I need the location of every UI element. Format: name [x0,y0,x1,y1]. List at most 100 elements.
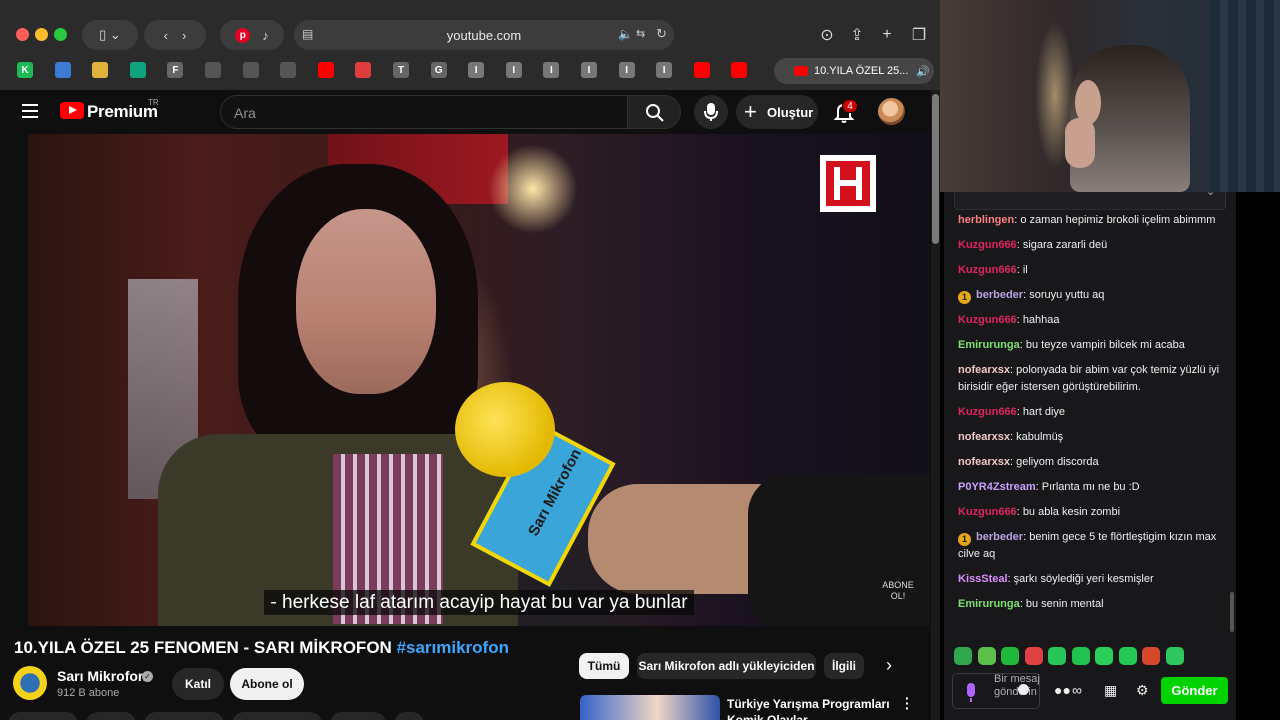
chat-username[interactable]: Emirurunga [958,598,1020,610]
share-button[interactable] [144,712,224,720]
favorite-15-icon[interactable]: I [581,62,597,78]
chip-related[interactable]: İlgili [824,653,864,679]
chip-all[interactable]: Tümü [579,653,629,679]
chat-username[interactable]: Kuzgun666 [958,264,1017,276]
send-message-button[interactable]: Gönder [1161,677,1228,704]
pinned-message-bar[interactable] [954,192,1226,210]
speaker-icon[interactable]: 🔈 [618,27,633,41]
emote-2-icon[interactable] [1001,647,1019,665]
forward-icon[interactable]: › [182,28,186,43]
chat-username[interactable]: KissSteal [958,573,1008,585]
favorite-17-icon[interactable]: I [656,62,673,78]
subscriber-badge-icon[interactable]: 1 [958,291,971,304]
translate-icon[interactable]: ⇆ [636,27,645,40]
favorite-13-icon[interactable]: I [505,62,522,78]
search-button[interactable] [627,95,681,129]
close-window-button[interactable] [16,28,29,41]
tab-overview-icon[interactable]: ❐ [908,24,930,46]
chat-username[interactable]: nofearxsx [958,431,1010,443]
emote-5-icon[interactable] [1071,647,1090,665]
page-scrollbar-thumb[interactable] [932,94,939,244]
chat-username[interactable]: nofearxsx [958,456,1010,468]
menu-icon[interactable] [22,104,38,118]
favorite-10-icon[interactable]: T [393,62,409,78]
emote-3-icon[interactable] [1024,647,1043,665]
favorite-1-icon[interactable] [54,62,71,78]
chat-username[interactable]: herblingen [958,214,1014,226]
join-button[interactable]: Katıl [172,668,224,700]
video-hashtag[interactable]: #sarımikrofon [397,638,509,657]
recommendation-title[interactable]: Türkiye Yarışma Programları Komik Olayla… [727,696,892,720]
account-avatar[interactable] [878,98,905,125]
sidebar-toggle-button[interactable]: ▯ ⌄ [82,20,138,50]
favorite-9-icon[interactable] [355,62,372,78]
new-tab-icon[interactable]: + [876,24,898,46]
active-tab[interactable]: 10.YILA ÖZEL 25... 🔊 [774,58,934,84]
minimize-window-button[interactable] [35,28,48,41]
emote-0-icon[interactable] [954,647,972,665]
recommendation-thumbnail[interactable] [580,695,720,720]
emote-8-icon[interactable] [1142,647,1160,665]
favorite-0-icon[interactable]: K [17,62,33,78]
favorite-2-icon[interactable] [92,62,109,78]
tab-audio-icon[interactable]: 🔊 [916,65,930,78]
favorite-12-icon[interactable]: I [468,62,485,78]
chat-username[interactable]: berbeder [976,289,1023,301]
chat-username[interactable]: Kuzgun666 [958,506,1017,518]
settings-gear-icon[interactable]: ⚙ [1136,682,1149,699]
chat-username[interactable]: Emirurunga [958,339,1020,351]
channel-avatar[interactable] [13,666,47,700]
voice-search-button[interactable] [694,95,728,129]
create-button[interactable]: + Oluştur [736,95,818,129]
more-vert-icon[interactable]: · · · [905,691,910,715]
favorite-16-icon[interactable]: I [618,62,635,78]
microphone-icon[interactable] [967,683,975,702]
youtube-logo-icon[interactable] [60,102,84,119]
favorite-8-icon[interactable] [317,62,334,78]
chat-scrollbar[interactable] [1230,592,1234,632]
back-icon[interactable]: ‹ [164,28,168,43]
channel-name[interactable]: Sarı Mikrofon [57,668,146,684]
favorite-3-icon[interactable] [129,62,146,78]
more-actions-button[interactable] [394,712,424,720]
reload-icon[interactable]: ↻ [656,26,667,42]
emote-7-icon[interactable] [1118,647,1137,665]
chat-username[interactable]: nofearxsx [958,364,1010,376]
downloads-icon[interactable]: ⊙ [816,24,838,46]
emote-4-icon[interactable] [1048,647,1066,665]
chat-username[interactable]: P0YR4Zstream [958,481,1036,493]
subscriber-badge-icon[interactable]: 1 [958,533,971,546]
address-bar[interactable]: ▤ youtube.com 🔈 ⇆ ↻ [294,20,674,50]
chat-message-input[interactable]: Bir mesaj gönderin [952,673,1040,709]
dislike-button[interactable] [86,712,136,720]
favorite-14-icon[interactable]: I [543,62,560,78]
chip-uploader[interactable]: Sarı Mikrofon adlı yükleyiciden [637,653,816,679]
chat-username[interactable]: Kuzgun666 [958,239,1017,251]
emoji-icon[interactable] [1018,684,1029,695]
like-button[interactable] [8,712,78,720]
subscribe-button[interactable]: Abone ol [230,668,304,700]
pinterest-icon[interactable]: p [235,27,251,43]
save-button[interactable] [232,712,322,720]
favorite-5-icon[interactable] [205,62,221,78]
rewards-icon[interactable]: ●● [1054,682,1071,698]
favorite-19-icon[interactable] [731,62,748,78]
emote-6-icon[interactable] [1095,647,1113,665]
music-icon[interactable]: ♪ [262,28,269,43]
gift-icon[interactable]: ▦ [1104,682,1117,699]
chat-username[interactable]: Kuzgun666 [958,406,1017,418]
favorite-11-icon[interactable]: G [430,62,447,78]
favorite-18-icon[interactable] [693,62,710,78]
zoom-window-button[interactable] [54,28,67,41]
video-player[interactable]: Sarı Mikrofon ABONE OL! - herkese laf at… [28,134,930,626]
search-input[interactable]: Ara [220,95,628,129]
favorite-6-icon[interactable] [242,62,259,78]
infinity-icon[interactable]: ∞ [1072,682,1082,698]
emote-9-icon[interactable] [1165,647,1184,665]
chat-username[interactable]: berbeder [976,531,1023,543]
chevron-down-icon[interactable]: ⌄ [1206,192,1215,198]
chat-username[interactable]: Kuzgun666 [958,314,1017,326]
favorite-4-icon[interactable]: F [167,62,184,78]
clip-button[interactable] [330,712,386,720]
chevron-right-icon[interactable]: › [886,655,892,676]
